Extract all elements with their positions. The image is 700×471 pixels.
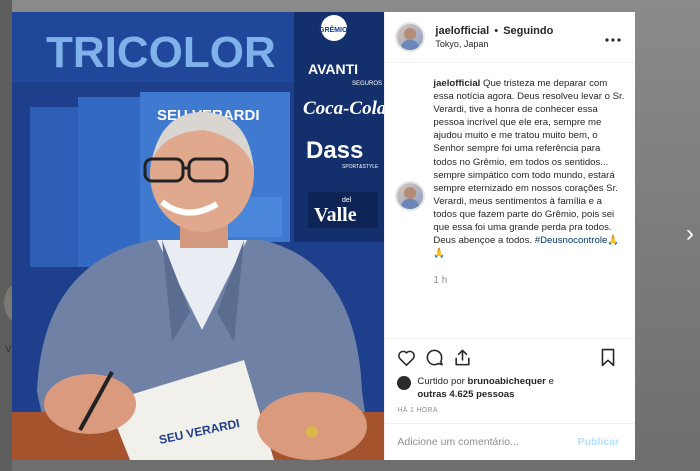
background-feed-edge [0, 0, 12, 471]
post-header: jaelofficial • Seguindo Tokyo, Japan [385, 12, 635, 63]
post-modal: TRICOLOR GRÊMIO AVANTI SEGUROS Coca-Cola… [12, 12, 635, 460]
sponsor-valle: Valle [314, 204, 357, 226]
sponsor-del: del [342, 197, 352, 204]
post-image: TRICOLOR GRÊMIO AVANTI SEGUROS Coca-Cola… [12, 12, 385, 460]
caption-text: Que tristeza me deparar com essa notícia… [433, 78, 625, 247]
comment-input[interactable] [395, 435, 572, 449]
caption-username[interactable]: jaelofficial [433, 78, 480, 89]
share-icon[interactable] [451, 346, 473, 368]
action-bar [385, 338, 635, 375]
comment-icon[interactable] [423, 346, 445, 368]
likes-others-link[interactable]: outras 4.625 pessoas [417, 389, 514, 400]
caption-avatar[interactable] [395, 181, 426, 211]
follow-status-button[interactable]: Seguindo [503, 25, 553, 37]
sponsor-gremio: GRÊMIO [319, 25, 348, 34]
likes-text: Curtido por brunoabichequer e outras 4.6… [417, 375, 554, 401]
sponsor-avanti: AVANTI [308, 61, 358, 77]
liker-username[interactable]: brunoabichequer [468, 376, 546, 387]
sponsor-cocacola: Coca-Cola [303, 98, 384, 119]
more-horizontal-icon[interactable] [601, 29, 625, 45]
username-link[interactable]: jaelofficial [435, 25, 489, 37]
posted-timestamp: HÁ 1 HORA [397, 407, 438, 414]
post-photo: TRICOLOR GRÊMIO AVANTI SEGUROS Coca-Cola… [12, 12, 385, 460]
caption-avatar-column [395, 77, 433, 338]
banner-word: TRICOLOR [46, 28, 276, 77]
location-link[interactable]: Tokyo, Japan [435, 39, 601, 49]
comment-bar: Publicar [385, 423, 635, 460]
post-header-line: jaelofficial • Seguindo [435, 25, 601, 37]
likes-prefix: Curtido por [417, 376, 465, 387]
sponsor-dass: Dass [306, 137, 363, 164]
bookmark-icon[interactable] [597, 346, 619, 368]
likes-connector: e [548, 376, 554, 387]
likes-summary: Curtido por brunoabichequer e outras 4.6… [385, 375, 635, 405]
post-side-panel: jaelofficial • Seguindo Tokyo, Japan jae… [384, 12, 635, 460]
separator-dot: • [494, 25, 499, 37]
caption: jaelofficial Que tristeza me deparar com… [433, 77, 625, 338]
background-partial-text: V [5, 344, 12, 355]
chevron-right-icon[interactable]: › [686, 222, 694, 246]
caption-timestamp: 1 h [433, 275, 448, 287]
publish-button[interactable]: Publicar [572, 435, 625, 449]
liker-avatar[interactable] [397, 376, 412, 390]
sponsor-seguros: SEGUROS [352, 81, 382, 87]
heart-icon[interactable] [395, 346, 417, 368]
sponsor-dass-sub: SPORT&STYLE [342, 164, 379, 170]
avatar[interactable] [395, 22, 426, 52]
caption-area: jaelofficial Que tristeza me deparar com… [385, 63, 635, 338]
post-header-text: jaelofficial • Seguindo Tokyo, Japan [435, 25, 601, 49]
